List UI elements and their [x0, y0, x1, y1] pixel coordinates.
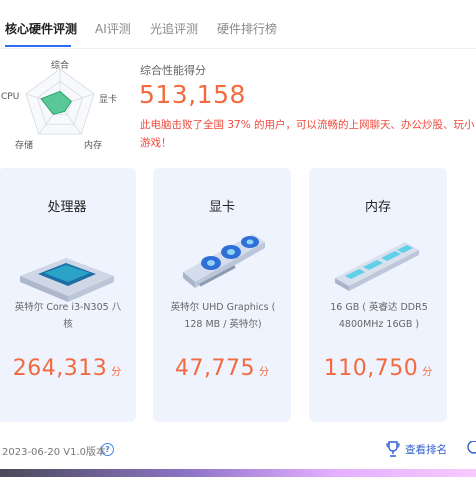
memory-score-unit: 分 — [422, 367, 433, 378]
view-ranking-button[interactable]: 查看排名 — [386, 441, 447, 457]
cpu-chip-icon — [0, 228, 136, 308]
memory-card-score: 110,750 分 — [309, 356, 447, 381]
help-icon[interactable]: ? — [101, 443, 114, 456]
cpu-card-score: 264,313 分 — [0, 356, 136, 381]
memory-card: 内存 16 GB ( 英睿达 DDR5 4800MHz 16GB ) 110,7… — [309, 168, 447, 422]
overall-score-description: 此电脑击败了全国 37% 的用户，可以流畅的上网聊天、办公炒股、玩小游戏！ — [140, 119, 475, 149]
gpu-card: 显卡 英特尔 UHD Graphics ( 128 MB / 英特尔) 47,7… — [153, 168, 291, 422]
tab-hardware-ranking[interactable]: 硬件排行榜 — [217, 20, 277, 37]
gpu-score-unit: 分 — [258, 367, 269, 378]
footer: 2023-06-20 V1.0版本 ? 查看排名 — [0, 440, 476, 460]
version-text: 2023-06-20 V1.0版本 — [2, 447, 107, 458]
cpu-card-desc: 英特尔 Core i3-N305 八核 — [14, 302, 122, 330]
graphics-card-icon — [153, 228, 291, 308]
memory-card-title: 内存 — [364, 200, 391, 215]
gpu-card-score: 47,775 分 — [153, 356, 291, 381]
view-ranking-label: 查看排名 — [405, 443, 447, 456]
gpu-card-desc: 英特尔 UHD Graphics ( 128 MB / 英特尔) — [170, 302, 276, 330]
memory-card-desc: 16 GB ( 英睿达 DDR5 4800MHz 16GB ) — [330, 302, 428, 330]
tab-ai[interactable]: AI评测 — [95, 20, 131, 37]
memory-stick-icon — [309, 228, 447, 308]
radar-label-gpu: 显卡 — [99, 95, 118, 105]
radar-label-storage: 存储 — [15, 141, 34, 151]
radar-label-cpu: CPU — [1, 92, 20, 102]
memory-score-value: 110,750 — [323, 356, 419, 381]
tab-divider — [0, 48, 476, 49]
radar-label-memory: 内存 — [84, 141, 103, 151]
cpu-score-unit: 分 — [111, 367, 122, 378]
cpu-score-value: 264,313 — [12, 356, 108, 381]
cpu-card-title: 处理器 — [47, 200, 87, 215]
performance-radar: 综合 显卡 内存 存储 CPU — [0, 55, 136, 155]
radar-label-overall: 综合 — [51, 61, 70, 71]
cpu-card: 处理器 英特尔 Core i3-N305 八核 264,313 分 — [0, 168, 136, 422]
tab-raytracing[interactable]: 光追评测 — [150, 20, 198, 37]
overall-score-value: 513,158 — [139, 80, 246, 109]
trophy-icon — [386, 441, 400, 457]
active-tab-indicator — [5, 45, 71, 47]
overall-score-title: 综合性能得分 — [140, 64, 206, 77]
gpu-score-value: 47,775 — [175, 356, 255, 381]
tab-bar: 核心硬件评测 AI评测 光追评测 硬件排行榜 — [0, 0, 476, 50]
share-icon[interactable] — [466, 441, 476, 457]
bottom-edge-strip — [0, 469, 476, 477]
gpu-card-title: 显卡 — [208, 200, 235, 215]
tab-core-hardware[interactable]: 核心硬件评测 — [5, 20, 77, 37]
